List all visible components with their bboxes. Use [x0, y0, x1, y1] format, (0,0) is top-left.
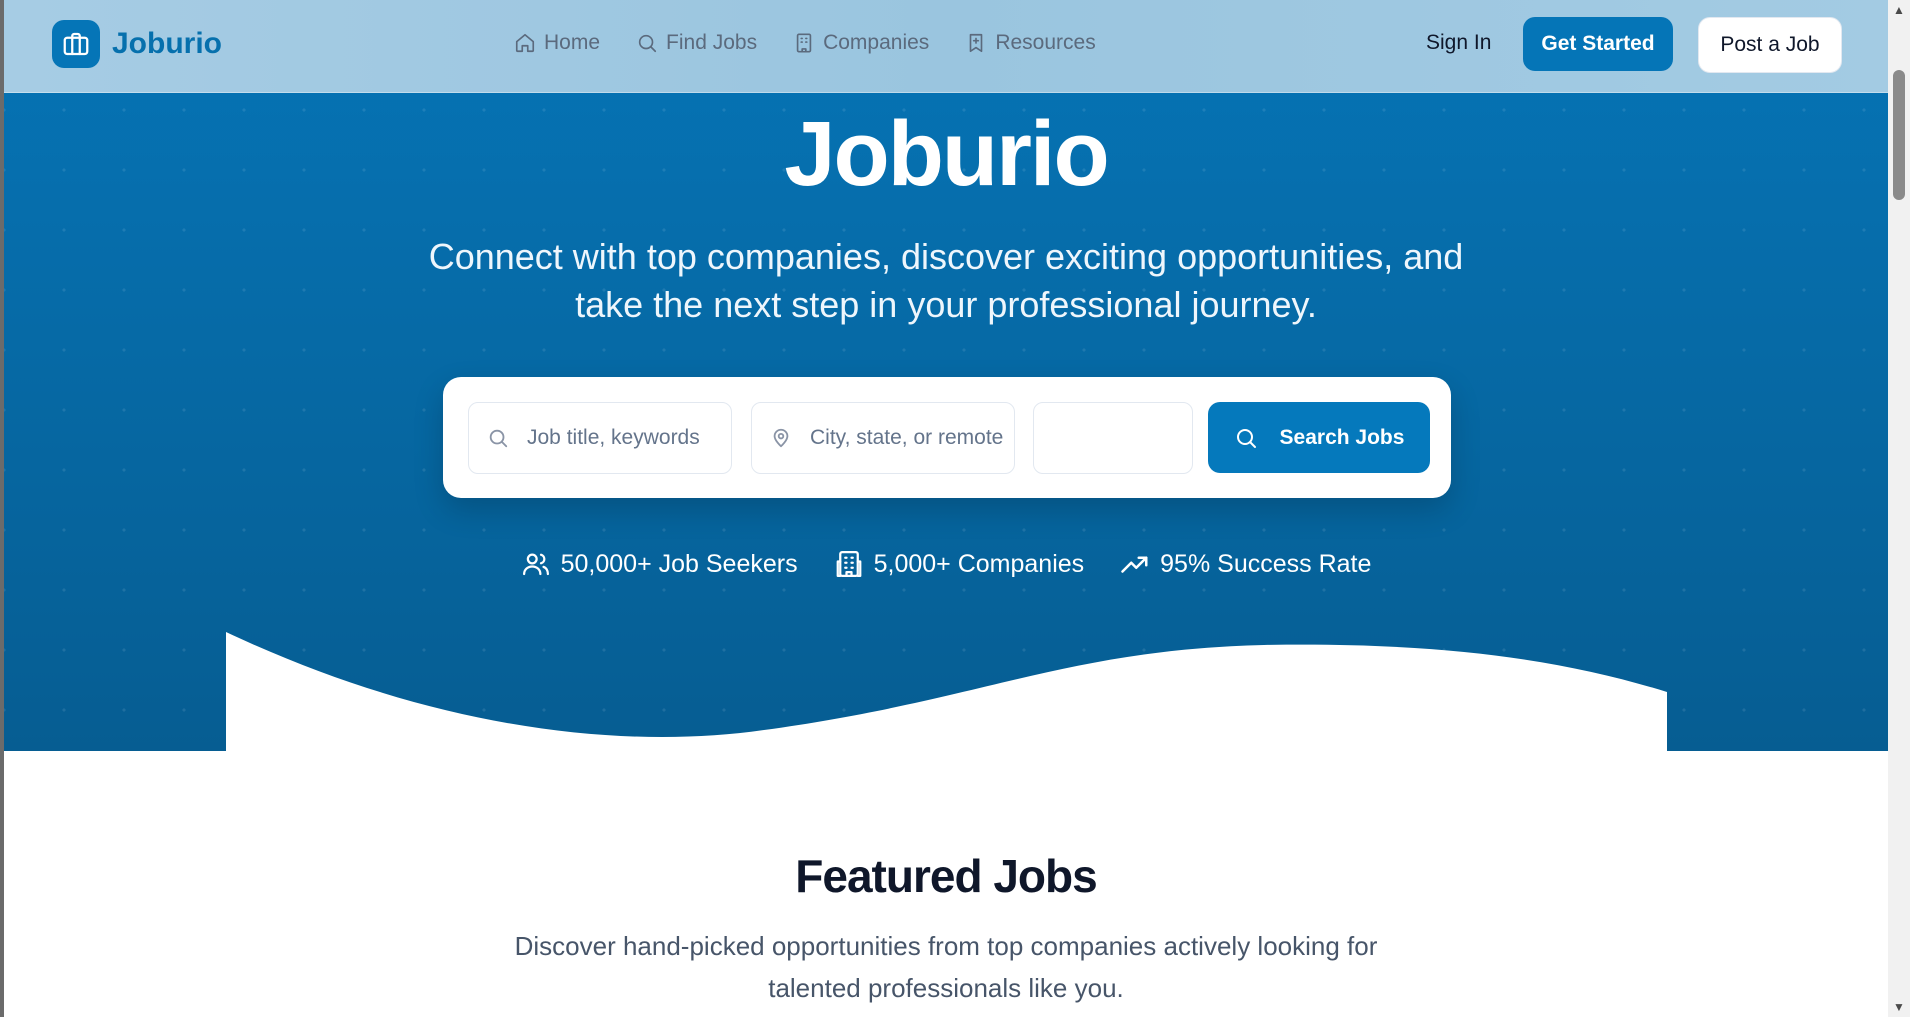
stat-label: 5,000+ Companies: [873, 550, 1085, 578]
scroll-down-arrow-icon[interactable]: ▼: [1888, 997, 1910, 1017]
search-card: Search Jobs: [443, 377, 1451, 498]
nav-resources[interactable]: Resources: [965, 28, 1096, 58]
get-started-button[interactable]: Get Started: [1523, 17, 1673, 71]
location-input[interactable]: [808, 425, 1014, 451]
sign-in-link[interactable]: Sign In: [1426, 27, 1491, 59]
search-jobs-label: Search Jobs: [1279, 425, 1405, 449]
nav-find-jobs-label: Find Jobs: [666, 31, 758, 54]
building-icon: [796, 33, 812, 53]
hero-section: Joburio Connect with top companies, disc…: [4, 0, 1888, 751]
hero-subtitle-line-1: Connect with top companies, discover exc…: [428, 236, 1464, 277]
stat-success-rate: 95% Success Rate: [1120, 546, 1371, 582]
nav-companies-label: Companies: [823, 31, 930, 54]
hero-subtitle-line-2: take the next step in your professional …: [575, 284, 1317, 325]
nav-home-label: Home: [544, 31, 601, 54]
location-field[interactable]: [751, 402, 1015, 474]
scroll-up-arrow-icon[interactable]: ▲: [1888, 0, 1910, 20]
trending-up-icon: [1121, 556, 1148, 573]
nav-companies[interactable]: Companies: [793, 28, 929, 58]
search-icon: [638, 34, 657, 53]
hero-subtitle: Connect with top companies, discover exc…: [346, 233, 1546, 329]
search-icon: [489, 429, 508, 448]
users-icon: [522, 553, 549, 576]
hero-wave-divider: [226, 632, 1667, 751]
briefcase-logo-icon[interactable]: [52, 20, 100, 68]
featured-jobs-subtitle: Discover hand-picked opportunities from …: [446, 925, 1446, 1009]
map-pin-icon: [773, 428, 789, 448]
bookmark-icon: [969, 33, 983, 53]
search-jobs-button[interactable]: Search Jobs: [1208, 402, 1430, 473]
home-icon: [515, 33, 535, 53]
scrollbar-thumb[interactable]: [1893, 70, 1905, 200]
job-search-input[interactable]: [525, 425, 731, 451]
featured-subtitle-line-1: Discover hand-picked opportunities from …: [514, 931, 1378, 961]
nav-resources-label: Resources: [995, 31, 1096, 54]
top-navbar: Joburio Home Find Jobs Companies Resourc…: [4, 0, 1888, 93]
hero-title: Joburio: [784, 103, 1109, 205]
search-icon: [1236, 428, 1256, 448]
nav-home[interactable]: Home: [514, 28, 600, 58]
vertical-scrollbar[interactable]: ▲ ▼: [1888, 0, 1910, 1017]
featured-jobs-title: Featured Jobs: [795, 850, 1097, 902]
featured-subtitle-line-2: talented professionals like you.: [768, 973, 1124, 1003]
stat-label: 95% Success Rate: [1160, 550, 1372, 578]
job-search-field[interactable]: [468, 402, 732, 474]
building-icon: [836, 551, 861, 577]
post-job-button[interactable]: Post a Job: [1698, 17, 1842, 73]
page: Joburio Connect with top companies, disc…: [4, 0, 1888, 1017]
job-type-select[interactable]: [1033, 402, 1193, 474]
stat-label: 50,000+ Job Seekers: [560, 550, 798, 578]
stats-row: 50,000+ Job Seekers 5,000+ Companies 95%…: [4, 546, 1888, 582]
stat-job-seekers: 50,000+ Job Seekers: [521, 546, 798, 582]
stat-companies: 5,000+ Companies: [834, 546, 1085, 582]
nav-find-jobs[interactable]: Find Jobs: [636, 28, 757, 58]
brand-name[interactable]: Joburio: [112, 24, 222, 64]
main-nav: Home Find Jobs Companies Resources: [514, 28, 1096, 58]
